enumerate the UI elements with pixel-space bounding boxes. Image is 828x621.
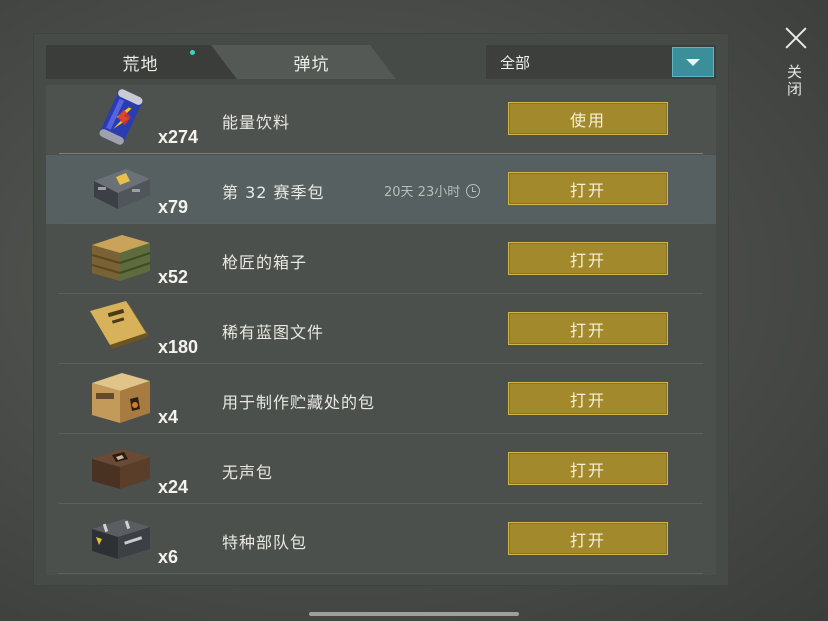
open-button[interactable]: 打开	[508, 522, 668, 555]
use-button[interactable]: 使用	[508, 102, 668, 135]
item-name: 稀有蓝图文件	[222, 323, 325, 342]
list-item: x79 第 32 赛季包 20天 23小时 打开	[46, 155, 716, 224]
tab-wasteland-label: 荒地	[122, 54, 159, 75]
item-quantity: x24	[158, 477, 189, 497]
row-divider	[59, 293, 703, 294]
special-forces-case-icon	[92, 519, 150, 559]
gunsmith-crate-icon	[91, 235, 151, 281]
dropdown-toggle-button[interactable]	[672, 47, 714, 77]
list-item: x4 用于制作贮藏处的包 打开	[46, 365, 716, 434]
item-quantity: x52	[158, 267, 189, 287]
item-quantity: x274	[158, 127, 199, 147]
expiry-timer-text: 20天 23小时	[384, 185, 461, 200]
open-button[interactable]: 打开	[508, 452, 668, 485]
blueprint-folder-icon	[90, 301, 148, 349]
row-divider	[59, 503, 703, 504]
list-item: x180 稀有蓝图文件 打开	[46, 295, 716, 364]
season-pack-icon	[94, 169, 150, 209]
row-divider	[59, 153, 703, 154]
item-quantity: x4	[158, 407, 179, 427]
close-label[interactable]: 关闭	[785, 64, 805, 98]
item-name: 用于制作贮藏处的包	[222, 393, 376, 412]
row-divider	[59, 223, 703, 224]
list-item: x52 枪匠的箱子 打开	[46, 225, 716, 294]
inventory-panel: 荒地 弹坑 全部 x274 能量饮料 使用 x79 第 32 赛季包 20天 2…	[33, 33, 729, 586]
item-name: 特种部队包	[222, 533, 308, 552]
item-name: 能量饮料	[222, 113, 291, 132]
item-quantity: x6	[158, 547, 179, 567]
item-quantity: x79	[158, 197, 189, 217]
home-indicator[interactable]	[309, 612, 519, 616]
list-item: x274 能量饮料 使用	[46, 85, 716, 154]
item-quantity: x180	[158, 337, 199, 357]
row-divider	[59, 363, 703, 364]
filter-selected-value: 全部	[500, 53, 531, 72]
notification-dot	[190, 50, 195, 55]
list-item: x24 无声包 打开	[46, 435, 716, 504]
tab-crater-label: 弹坑	[293, 54, 330, 75]
open-button[interactable]: 打开	[508, 312, 668, 345]
row-divider	[59, 433, 703, 434]
tab-crater[interactable]: 弹坑	[211, 45, 396, 79]
item-list[interactable]: x274 能量饮料 使用 x79 第 32 赛季包 20天 23小时 打开 x5…	[46, 85, 716, 575]
list-item: x6 特种部队包 打开	[46, 505, 716, 574]
filter-dropdown[interactable]: 全部	[486, 45, 716, 79]
item-name: 枪匠的箱子	[222, 253, 308, 272]
clock-icon	[466, 183, 481, 198]
silent-pack-icon	[92, 449, 150, 489]
stash-crafting-box-icon	[92, 373, 150, 423]
open-button[interactable]: 打开	[508, 382, 668, 415]
item-name: 无声包	[222, 463, 274, 482]
open-button[interactable]: 打开	[508, 242, 668, 275]
row-divider	[59, 573, 703, 574]
expiry-timer: 20天 23小时	[384, 181, 481, 200]
open-button[interactable]: 打开	[508, 172, 668, 205]
item-name: 第 32 赛季包	[222, 183, 325, 202]
chevron-down-icon	[686, 58, 700, 66]
close-icon[interactable]	[784, 26, 808, 50]
energy-drink-can-icon	[99, 89, 143, 145]
